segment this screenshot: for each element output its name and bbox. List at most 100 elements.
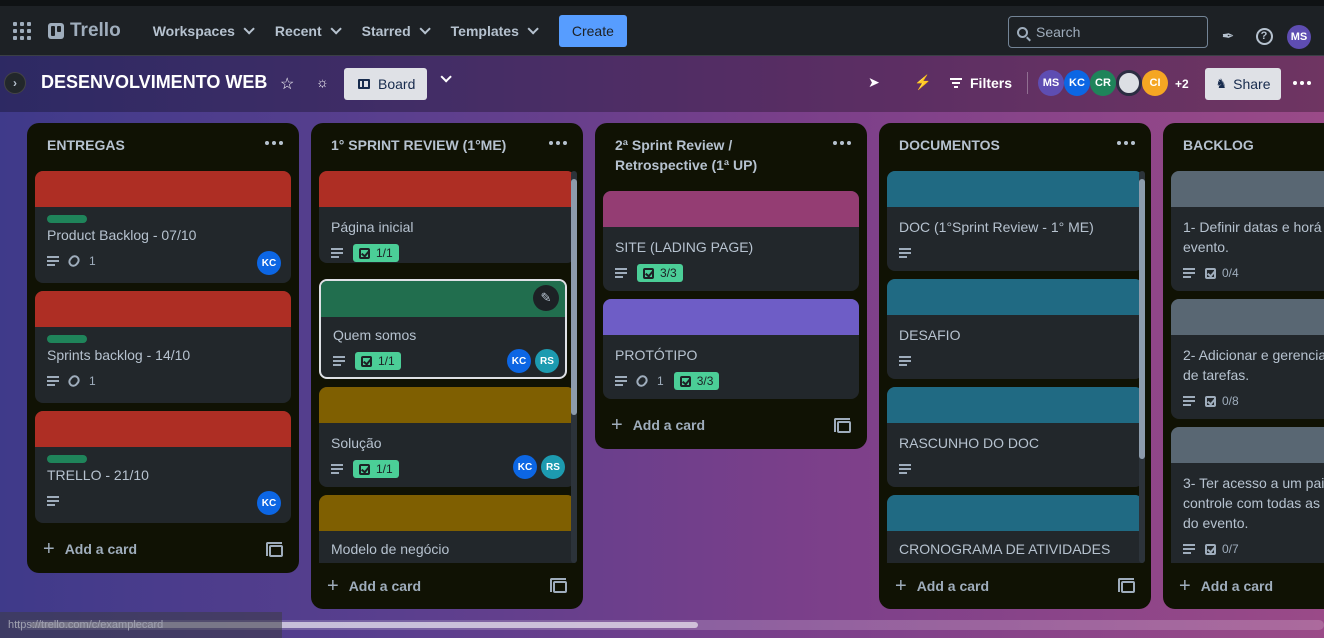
member-avatar-image[interactable] — [1116, 70, 1142, 96]
scrollbar-thumb[interactable] — [571, 179, 577, 415]
card[interactable]: DOC (1°Sprint Review - 1° ME) — [887, 171, 1143, 271]
starred-menu[interactable]: Starred — [352, 17, 437, 45]
list-title[interactable]: 2ª Sprint Review / Retrospective (1ª UP) — [595, 123, 867, 175]
checklist-badge: 0/7 — [1205, 542, 1239, 556]
plus-icon: + — [611, 414, 623, 436]
scrollbar-thumb[interactable] — [1139, 179, 1145, 459]
card[interactable]: TRELLO - 21/10 KC — [35, 411, 291, 523]
board-menu-icon[interactable] — [1293, 81, 1311, 85]
member-avatar[interactable]: KC — [507, 349, 531, 373]
checklist-count: 0/7 — [1222, 542, 1239, 556]
member-avatar[interactable]: RS — [541, 455, 565, 479]
help-icon[interactable]: ? — [1254, 26, 1274, 46]
account-avatar[interactable]: MS — [1287, 25, 1311, 49]
card-template-icon[interactable] — [834, 418, 851, 433]
member-avatar[interactable]: KC — [257, 251, 281, 275]
card-title-line-2: controle com todas as — [1183, 495, 1320, 511]
chevron-down-icon — [419, 22, 431, 35]
checklist-icon — [361, 355, 372, 367]
list-menu-icon[interactable] — [549, 141, 567, 145]
list-title[interactable]: DOCUMENTOS — [879, 123, 1151, 155]
card-title: 2- Adicionar e gerencia — [1183, 347, 1324, 363]
workspaces-menu[interactable]: Workspaces — [143, 17, 261, 45]
member-avatar[interactable]: RS — [535, 349, 559, 373]
list-scrollbar[interactable] — [1139, 171, 1145, 563]
card-members: KC — [257, 251, 281, 275]
list-entregas: ENTREGAS Product Backlog - 07/10 1 KC Sp… — [27, 123, 299, 573]
card-template-icon[interactable] — [550, 578, 567, 593]
member-avatar[interactable]: KC — [1064, 70, 1090, 96]
card-label[interactable] — [47, 455, 87, 463]
notifications-icon[interactable]: ✒ — [1218, 26, 1238, 46]
board-title[interactable]: DESENVOLVIMENTO WEB — [41, 72, 267, 93]
card[interactable]: PROTÓTIPO 1 3/3 — [603, 299, 859, 399]
add-card-label: Add a card — [916, 578, 990, 594]
list-title[interactable]: 1° SPRINT REVIEW (1°ME) — [311, 123, 583, 155]
list-title[interactable]: BACKLOG — [1163, 123, 1324, 155]
templates-label: Templates — [450, 22, 519, 39]
list-menu-icon[interactable] — [1117, 141, 1135, 145]
app-switcher-icon[interactable] — [10, 19, 34, 43]
description-icon — [899, 356, 911, 366]
card[interactable]: Página inicial 1/1 — [319, 171, 575, 263]
member-avatar[interactable]: KC — [257, 491, 281, 515]
card-template-icon[interactable] — [1118, 578, 1135, 593]
add-card-button[interactable]: + Add a card — [611, 414, 705, 436]
templates-menu[interactable]: Templates — [441, 17, 545, 45]
card[interactable]: CRONOGRAMA DE ATIVIDADES — [887, 495, 1143, 563]
list-scrollbar[interactable] — [571, 171, 577, 563]
add-card-button[interactable]: + Add a card — [43, 539, 137, 559]
card[interactable]: RASCUNHO DO DOC — [887, 387, 1143, 487]
card[interactable]: Modelo de negócio — [319, 495, 575, 563]
filters-label: Filters — [970, 75, 1013, 91]
trello-logo[interactable]: Trello — [48, 20, 121, 42]
power-ups-icon[interactable]: ➤ — [868, 74, 880, 91]
card-members: KC RS — [507, 349, 559, 373]
member-avatar[interactable]: MS — [1038, 70, 1064, 96]
card[interactable]: 3- Ter acesso a um pai controle com toda… — [1171, 427, 1324, 563]
sidebar-toggle-icon[interactable]: › — [4, 72, 26, 94]
card-title: 3- Ter acesso a um pai — [1183, 475, 1324, 491]
card[interactable]: SITE (LADING PAGE) 3/3 — [603, 191, 859, 291]
checklist-icon — [1205, 395, 1216, 407]
card[interactable]: 1- Definir datas e horá evento. 0/4 — [1171, 171, 1324, 291]
add-card-button[interactable]: + Add a card — [895, 576, 990, 596]
add-card-button[interactable]: + Add a card — [327, 576, 421, 596]
card[interactable]: ✎ Quem somos 1/1 KC RS — [319, 279, 567, 379]
card-cover — [35, 411, 291, 447]
list-title[interactable]: ENTREGAS — [27, 123, 299, 155]
filter-icon — [950, 78, 962, 88]
list-menu-icon[interactable] — [833, 141, 851, 145]
edit-pencil-icon[interactable]: ✎ — [533, 285, 559, 311]
list-menu-icon[interactable] — [265, 141, 283, 145]
card-template-icon[interactable] — [266, 542, 283, 557]
card-title: Quem somos — [333, 327, 417, 343]
recent-menu[interactable]: Recent — [265, 17, 348, 45]
card[interactable]: Solução 1/1 KC RS — [319, 387, 575, 487]
star-icon[interactable]: ☆ — [280, 74, 294, 94]
card-badges — [887, 241, 1143, 265]
more-members-count[interactable]: +2 — [1175, 77, 1189, 91]
description-icon — [615, 376, 627, 386]
member-avatar[interactable]: CR — [1090, 70, 1116, 96]
search-input[interactable]: Search — [1008, 16, 1208, 48]
views-chevron-icon[interactable] — [440, 70, 452, 88]
card[interactable]: DESAFIO — [887, 279, 1143, 379]
description-icon — [331, 248, 343, 258]
card-label[interactable] — [47, 335, 87, 343]
card[interactable]: 2- Adicionar e gerencia de tarefas. 0/8 — [1171, 299, 1324, 419]
create-button[interactable]: Create — [558, 14, 627, 47]
automation-icon[interactable]: ⚡ — [914, 74, 931, 91]
visibility-icon[interactable]: ☼ — [316, 74, 329, 90]
share-button[interactable]: ♞ Share — [1205, 68, 1281, 100]
add-card-button[interactable]: + Add a card — [1179, 576, 1273, 596]
filters-button[interactable]: Filters — [950, 75, 1012, 91]
card[interactable]: Product Backlog - 07/10 1 KC — [35, 171, 291, 283]
card-label[interactable] — [47, 215, 87, 223]
description-icon — [47, 376, 59, 386]
member-avatar[interactable]: CI — [1142, 70, 1168, 96]
card-cover — [319, 495, 575, 531]
card[interactable]: Sprints backlog - 14/10 1 — [35, 291, 291, 403]
member-avatar[interactable]: KC — [513, 455, 537, 479]
board-view-button[interactable]: Board — [344, 68, 427, 100]
